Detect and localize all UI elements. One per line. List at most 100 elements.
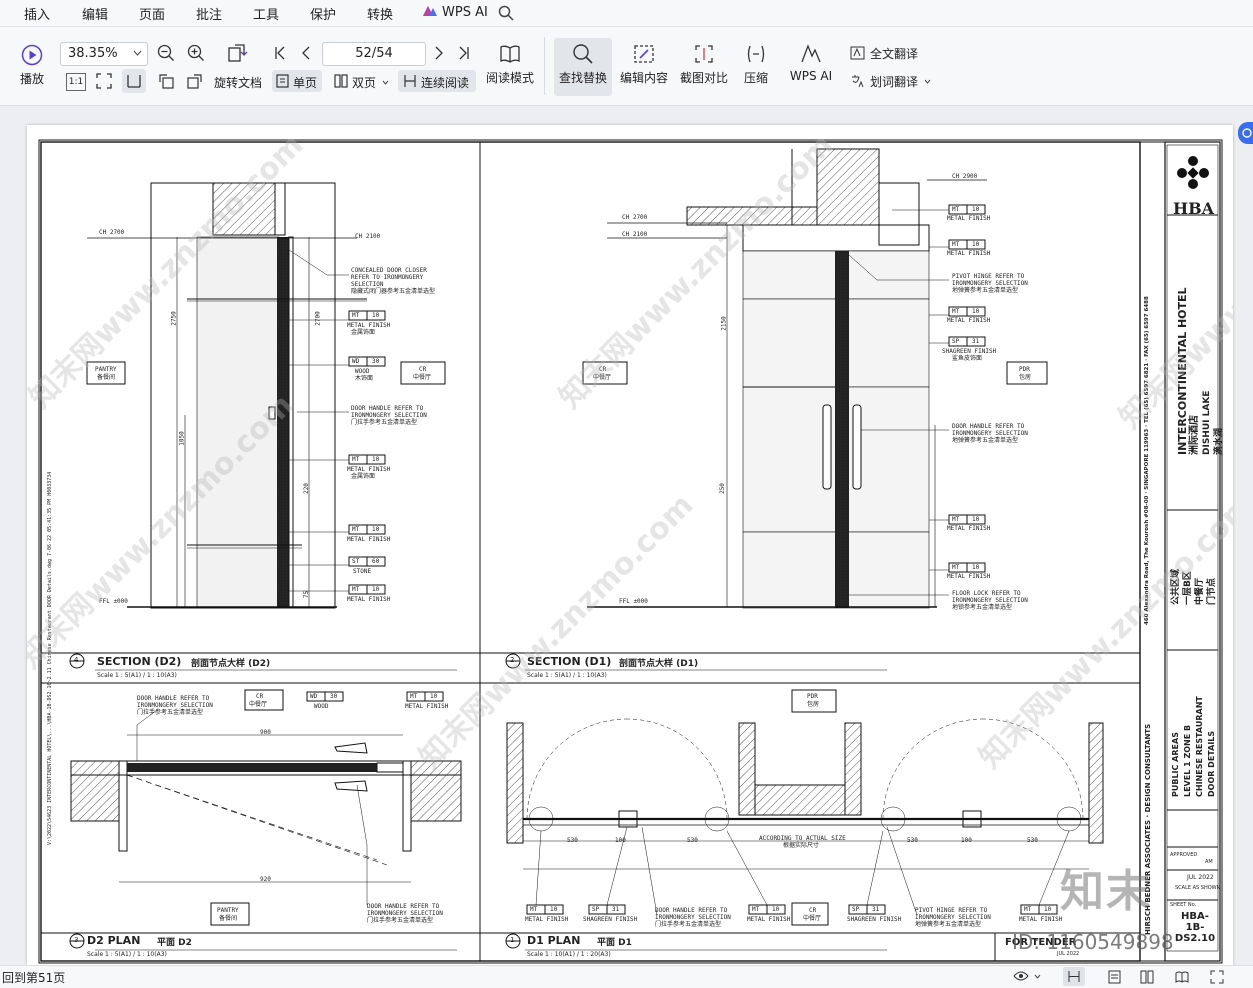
level: LEVEL 1 ZONE B [1183,724,1192,797]
first-page-icon[interactable] [274,46,286,60]
zoom-select[interactable]: 38.35% [60,42,148,66]
level-label: CH 2700 [99,229,125,236]
wps-ai-logo-icon [423,6,437,16]
fullscreen-icon[interactable] [1210,970,1224,984]
fit-width-button[interactable] [122,69,146,93]
back-to-page-link[interactable]: 回到第51页 [2,969,65,986]
room-label: 备餐间 [219,915,238,922]
tag-code: MT [352,586,360,593]
search-icon[interactable] [498,5,514,21]
note-text: METAL FINISH [347,536,391,543]
double-page-button[interactable]: 双页 [332,70,392,92]
menu-insert[interactable]: 插入 [24,4,50,23]
next-page-icon[interactable] [434,46,444,60]
tag-number: 30 [330,693,338,700]
menu-page[interactable]: 页面 [139,4,165,23]
rotate-doc-icon[interactable] [226,42,248,64]
fit-page-icon[interactable] [95,72,113,90]
menu-wps-ai[interactable]: WPS AI [422,4,488,20]
room-label: PANTRY [217,907,239,914]
note-text: DOOR HANDLE REFER TO [367,903,440,910]
page-number-input[interactable]: 52/54 [322,42,426,66]
note-text: IRONMONGERY SELECTION [137,702,213,709]
reading-mode-button[interactable]: 阅读模式 [482,43,538,86]
details-cn: 门节点 [1207,577,1217,605]
side-assistant-button[interactable] [1238,122,1253,144]
dimension-text: 1050 [178,431,186,446]
tag-code: WD [352,358,360,365]
note-text: IRONMONGERY SELECTION [655,914,731,921]
section-title-cn: 平面 D2 [157,938,192,948]
reading-view-icon[interactable] [1175,970,1189,984]
single-page-label: 单页 [293,76,318,90]
dimension-text: 250 [718,483,726,494]
reading-mode-label: 阅读模式 [485,71,534,85]
note-text: ACCORDING TO ACTUAL SIZE [759,835,846,842]
note-text: 根据实际尺寸 [783,842,820,849]
rotate-left-icon[interactable] [157,72,175,90]
room-label: 中餐厅 [249,701,268,708]
note-text: DOOR HANDLE REFER TO [952,423,1025,430]
menu-edit[interactable]: 编辑 [82,4,108,23]
menu-protect[interactable]: 保护 [310,4,336,23]
menu-annotate[interactable]: 批注 [196,4,222,23]
compress-button[interactable]: 压缩 [738,43,774,86]
edit-content-label: 编辑内容 [619,71,668,85]
brand-name: HBA [1173,199,1215,218]
zoom-out-icon[interactable] [157,44,175,62]
scale-label: SCALE AS SHOWN [1175,885,1221,891]
eye-icon[interactable] [1013,970,1029,982]
note-text: 金属饰面 [351,329,376,336]
sheet-number: HBA-1B-DS2.10 [1174,911,1216,944]
chevron-down-icon[interactable] [1034,974,1041,979]
zoom-in-icon[interactable] [187,44,205,62]
dimension-text: 530 [907,837,918,844]
find-replace-button[interactable]: 查找替换 [554,38,612,96]
rotate-right-icon[interactable] [186,72,204,90]
actual-size-label: 1:1 [68,77,84,87]
actual-size-button[interactable]: 1:1 [66,73,86,91]
tag-code: SP [852,906,860,913]
continuous-reading-button[interactable]: 连续阅读 [398,70,476,92]
note-text: CONCEALED DOOR CLOSER [351,267,427,274]
tag-number: 10 [372,312,380,319]
note-text: METAL FINISH [947,215,991,222]
dimension-text: 900 [260,729,271,736]
section-title-cn: 平面 D1 [597,938,632,948]
continuous-reading-label: 连续阅读 [421,76,470,90]
room-label: CR [809,907,817,914]
double-page-label: 双页 [352,76,377,90]
word-translate-icon [852,75,864,88]
wps-ai-button[interactable]: WPS AI [782,43,840,83]
tag-number: 31 [612,906,620,913]
menu-convert[interactable]: 转换 [367,4,393,23]
room-label: 备餐间 [97,374,116,381]
prev-page-icon[interactable] [301,46,311,60]
note-text: METAL FINISH [947,250,991,257]
last-page-icon[interactable] [458,46,470,60]
tag-number: 10 [972,206,980,213]
level-label: CH 2100 [355,233,381,240]
double-view-icon[interactable] [1140,970,1154,984]
toolbar: 播放 38.35% 52/54 阅读模式 1:1 旋转文档 单页 双页 连续阅读… [0,27,1253,106]
note-text: IRONMONGERY SELECTION [952,280,1028,287]
tag-code: MT [1024,906,1032,913]
single-page-button[interactable]: 单页 [272,70,322,92]
note-text: DOOR HANDLE REFER TO [655,907,728,914]
level-label: FFL ±000 [619,598,648,605]
tag-number: 10 [1044,906,1052,913]
rotate-doc-label[interactable]: 旋转文档 [214,74,262,91]
menu-tools[interactable]: 工具 [253,4,279,23]
dimension-text: 75 [303,590,311,599]
compress-icon [747,45,765,63]
play-button[interactable]: 播放 [14,44,50,87]
continuous-view-button[interactable] [1063,967,1085,986]
screenshot-compare-button[interactable]: 截图对比 [678,43,730,86]
note-text: IRONMONGERY SELECTION [367,910,443,917]
note-text: 鲨鱼皮饰面 [952,355,983,362]
note-text: METAL FINISH [347,596,391,603]
edit-content-button[interactable]: 编辑内容 [618,43,670,86]
tag-code: ST [352,558,360,565]
single-view-icon[interactable] [1108,970,1121,984]
note-text: 门拉手参考五金清单选型 [351,419,418,426]
